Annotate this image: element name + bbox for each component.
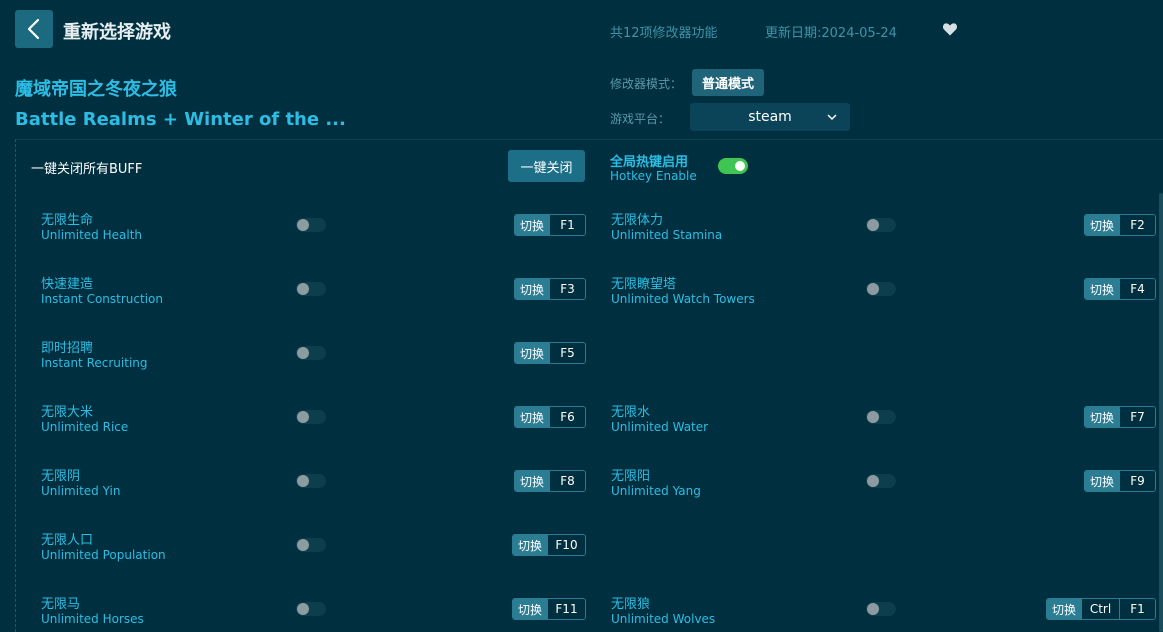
option-name-en: Unlimited Horses xyxy=(41,612,144,626)
hotkey-badge[interactable]: 切换 F4 xyxy=(1084,278,1156,300)
close-all-button[interactable]: 一键关闭 xyxy=(508,150,585,182)
hotkey-key: F7 xyxy=(1119,407,1155,427)
mode-label: 修改器模式： xyxy=(610,77,683,91)
option-name-cn: 无限阳 xyxy=(611,469,651,484)
switch-label: 切换 xyxy=(1085,471,1119,491)
option-name-en: Instant Construction xyxy=(41,292,163,306)
option-toggle[interactable] xyxy=(866,282,896,296)
option-name-cn: 无限阴 xyxy=(41,469,81,484)
option-name-en: Unlimited Water xyxy=(611,420,709,434)
option-toggle[interactable] xyxy=(296,538,326,552)
back-button[interactable] xyxy=(15,10,53,48)
hotkey-badge[interactable]: 切换 F7 xyxy=(1084,406,1156,428)
option-name-cn: 即时招聘 xyxy=(41,341,94,356)
option-toggle[interactable] xyxy=(866,218,896,232)
hotkey-key: F8 xyxy=(549,471,585,491)
hotkey-badge[interactable]: 切换 F11 xyxy=(512,598,586,620)
hotkey-key: F1 xyxy=(1119,599,1155,619)
option-name-cn: 无限水 xyxy=(611,405,651,420)
option-toggle[interactable] xyxy=(866,474,896,488)
switch-label: 切换 xyxy=(515,343,549,363)
option-name-cn: 无限狼 xyxy=(611,597,651,612)
hotkey-badge[interactable]: 切换 F9 xyxy=(1084,470,1156,492)
hotkey-key: F3 xyxy=(549,279,585,299)
hotkey-badge[interactable]: 切换 Ctrl F1 xyxy=(1046,598,1156,620)
hotkey-key: F5 xyxy=(549,343,585,363)
option-toggle[interactable] xyxy=(866,602,896,616)
hotkey-key: F9 xyxy=(1119,471,1155,491)
platform-select[interactable]: steam xyxy=(690,103,850,131)
option-name-cn: 无限大米 xyxy=(41,405,94,420)
switch-label: 切换 xyxy=(513,535,547,555)
option-name-en: Instant Recruiting xyxy=(41,356,148,370)
game-title-en: Battle Realms + Winter of the ... xyxy=(15,109,346,130)
option-name-en: Unlimited Yang xyxy=(611,484,701,498)
hotkey-enable-label-cn: 全局热键启用 xyxy=(610,155,689,170)
hotkey-key: F11 xyxy=(547,599,585,619)
option-toggle[interactable] xyxy=(296,346,326,360)
option-name-en: Unlimited Watch Towers xyxy=(611,292,755,306)
option-name-en: Unlimited Wolves xyxy=(611,612,716,626)
option-name-cn: 无限瞭望塔 xyxy=(611,277,677,292)
option-toggle[interactable] xyxy=(296,474,326,488)
option-name-en: Unlimited Rice xyxy=(41,420,129,434)
chevron-down-icon xyxy=(827,114,837,121)
options-panel xyxy=(15,139,1163,632)
hotkey-badge[interactable]: 切换 F8 xyxy=(514,470,586,492)
option-toggle[interactable] xyxy=(296,218,326,232)
option-toggle[interactable] xyxy=(866,410,896,424)
hotkey-key: F6 xyxy=(549,407,585,427)
switch-label: 切换 xyxy=(1085,407,1119,427)
heart-icon[interactable] xyxy=(942,21,958,37)
option-name-cn: 无限生命 xyxy=(41,213,94,228)
option-name-en: Unlimited Yin xyxy=(41,484,121,498)
option-toggle[interactable] xyxy=(296,602,326,616)
update-date: 更新日期:2024-05-24 xyxy=(765,26,897,41)
scrollbar[interactable] xyxy=(1159,193,1163,632)
option-name-en: Unlimited Stamina xyxy=(611,228,723,242)
feature-count: 共12项修改器功能 xyxy=(610,26,718,41)
switch-label: 切换 xyxy=(1085,279,1119,299)
switch-label: 切换 xyxy=(515,407,549,427)
chevron-left-icon xyxy=(27,18,40,40)
option-name-cn: 无限马 xyxy=(41,597,81,612)
hotkey-badge[interactable]: 切换 F10 xyxy=(512,534,586,556)
hotkey-badge[interactable]: 切换 F5 xyxy=(514,342,586,364)
hotkey-badge[interactable]: 切换 F6 xyxy=(514,406,586,428)
hotkey-key: F1 xyxy=(549,215,585,235)
option-toggle[interactable] xyxy=(296,410,326,424)
option-name-cn: 无限人口 xyxy=(41,533,94,548)
switch-label: 切换 xyxy=(513,599,547,619)
option-name-cn: 无限体力 xyxy=(611,213,664,228)
hotkey-key: F10 xyxy=(547,535,585,555)
hotkey-badge[interactable]: 切换 F1 xyxy=(514,214,586,236)
hotkey-enable-label-en: Hotkey Enable xyxy=(610,169,697,183)
switch-label: 切换 xyxy=(515,471,549,491)
option-toggle[interactable] xyxy=(296,282,326,296)
mode-button[interactable]: 普通模式 xyxy=(692,69,764,96)
hotkey-enable-toggle[interactable] xyxy=(718,158,748,174)
reselect-game-title: 重新选择游戏 xyxy=(63,22,171,43)
hotkey-badge[interactable]: 切换 F2 xyxy=(1084,214,1156,236)
switch-label: 切换 xyxy=(515,215,549,235)
option-name-en: Unlimited Population xyxy=(41,548,166,562)
hotkey-key: F4 xyxy=(1119,279,1155,299)
option-name-cn: 快速建造 xyxy=(41,277,94,292)
platform-label: 游戏平台： xyxy=(610,112,671,126)
platform-value: steam xyxy=(748,109,792,125)
switch-label: 切换 xyxy=(1085,215,1119,235)
hotkey-badge[interactable]: 切换 F3 xyxy=(514,278,586,300)
hotkey-key: F2 xyxy=(1119,215,1155,235)
close-all-label: 一键关闭所有BUFF xyxy=(31,162,143,177)
game-title-cn: 魔域帝国之冬夜之狼 xyxy=(15,79,177,100)
option-name-en: Unlimited Health xyxy=(41,228,143,242)
hotkey-key: Ctrl xyxy=(1081,599,1119,619)
switch-label: 切换 xyxy=(515,279,549,299)
switch-label: 切换 xyxy=(1047,599,1081,619)
